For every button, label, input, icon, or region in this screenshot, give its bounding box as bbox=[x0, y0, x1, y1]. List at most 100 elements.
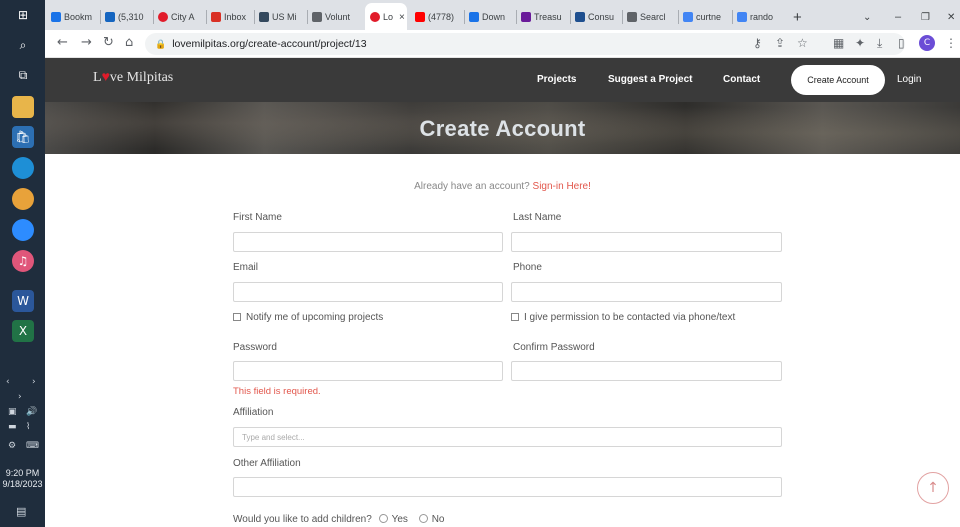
restore-icon[interactable]: ❐ bbox=[921, 6, 933, 28]
store-icon[interactable]: 🛍 bbox=[12, 126, 34, 148]
nav-contact[interactable]: Contact bbox=[723, 74, 760, 85]
create-account-form: Already have an account? Sign-in Here! F… bbox=[45, 154, 960, 527]
word-icon[interactable]: W bbox=[12, 290, 34, 312]
permission-option[interactable]: I give permission to be contacted via ph… bbox=[511, 312, 735, 323]
affiliation-select[interactable]: Type and select... bbox=[233, 427, 782, 447]
password-input[interactable] bbox=[233, 361, 503, 381]
tab-label: Lo bbox=[383, 12, 394, 22]
menu-icon[interactable]: ⋮ bbox=[945, 36, 957, 50]
notify-label: Notify me of upcoming projects bbox=[246, 312, 384, 323]
tab-search-icon[interactable]: ⌄ bbox=[863, 6, 875, 28]
start-icon[interactable]: ⊞ bbox=[12, 4, 34, 26]
keyboard-icon[interactable]: ⌨ bbox=[26, 441, 39, 451]
permission-checkbox[interactable] bbox=[511, 313, 519, 321]
tab-label: Treasu bbox=[534, 12, 562, 22]
download-icon[interactable]: ⤓ bbox=[877, 36, 882, 51]
yes-label[interactable]: Yes bbox=[392, 514, 408, 525]
key-icon[interactable]: ⚷ bbox=[753, 36, 762, 50]
volume-icon[interactable]: 🔊 bbox=[26, 407, 37, 417]
tab-label: Consu bbox=[588, 12, 615, 22]
yes-radio[interactable] bbox=[378, 514, 388, 523]
notify-option[interactable]: Notify me of upcoming projects bbox=[233, 312, 383, 323]
first-name-label: First Name bbox=[233, 212, 282, 223]
battery-icon[interactable]: ▬ bbox=[8, 422, 17, 432]
tab-downloads[interactable]: Down bbox=[469, 6, 513, 28]
bookmark-star-icon[interactable]: ☆ bbox=[797, 36, 808, 50]
search-icon[interactable]: ⌕ bbox=[12, 34, 34, 56]
puzzle-icon[interactable]: ✦ bbox=[855, 36, 865, 50]
scroll-right-icon[interactable]: › bbox=[32, 377, 36, 387]
notify-checkbox[interactable] bbox=[233, 313, 241, 321]
zoom-icon[interactable] bbox=[12, 219, 34, 241]
logo-heart-icon: ♥ bbox=[101, 70, 110, 85]
forward-icon[interactable]: → bbox=[81, 35, 92, 50]
tab-google-2[interactable]: rando bbox=[737, 6, 783, 28]
edge-icon[interactable] bbox=[12, 157, 34, 179]
no-radio[interactable] bbox=[418, 514, 428, 523]
task-view-icon[interactable]: ⧉ bbox=[12, 64, 34, 86]
lock-icon[interactable]: 🔒 bbox=[155, 39, 166, 50]
tab-separator bbox=[464, 10, 465, 24]
site-logo[interactable]: L♥ve Milpitas bbox=[93, 70, 173, 86]
tab-search[interactable]: Searcl bbox=[627, 6, 675, 28]
minimize-icon[interactable]: – bbox=[895, 6, 907, 28]
file-explorer-icon[interactable] bbox=[12, 96, 34, 118]
confirm-password-input[interactable] bbox=[511, 361, 782, 381]
phone-input[interactable] bbox=[511, 282, 782, 302]
settings-icon[interactable]: ⚙ bbox=[8, 441, 16, 451]
wifi-icon[interactable]: ⌇ bbox=[26, 422, 30, 432]
last-name-input[interactable] bbox=[511, 232, 782, 252]
arrow-up-icon: ↑ bbox=[927, 480, 939, 496]
tab-volunteer[interactable]: Volunt bbox=[312, 6, 362, 28]
tab-youtube[interactable]: (4778) bbox=[415, 6, 461, 28]
profile-avatar[interactable]: C bbox=[919, 35, 935, 51]
tab-treasury[interactable]: Treasu bbox=[521, 6, 567, 28]
nav-suggest-project[interactable]: Suggest a Project bbox=[608, 74, 692, 85]
excel-icon[interactable]: X bbox=[12, 320, 34, 342]
nav-login[interactable]: Login bbox=[897, 74, 921, 85]
tab-separator bbox=[732, 10, 733, 24]
tab-us-mail[interactable]: US Mi bbox=[259, 6, 303, 28]
tab-bookmarks[interactable]: Bookm bbox=[51, 6, 97, 28]
tab-mail[interactable]: (5,310 bbox=[105, 6, 150, 28]
tab-separator bbox=[516, 10, 517, 24]
home-icon[interactable]: ⌂ bbox=[125, 35, 133, 50]
sidebar-icon[interactable]: ▯ bbox=[898, 36, 905, 50]
first-name-input[interactable] bbox=[233, 232, 503, 252]
reload-icon[interactable]: ↻ bbox=[103, 35, 114, 50]
notifications-icon[interactable]: ▤ bbox=[16, 505, 26, 518]
other-affiliation-input[interactable] bbox=[233, 477, 782, 497]
tab-city[interactable]: City A bbox=[158, 6, 203, 28]
chrome-icon[interactable] bbox=[12, 188, 34, 210]
tab-strip: Bookm (5,310 City A Inbox US Mi Volunt L… bbox=[45, 0, 960, 30]
download-icon bbox=[469, 12, 479, 22]
new-tab-button[interactable]: + bbox=[793, 6, 807, 28]
show-more-icon[interactable]: › bbox=[18, 392, 22, 402]
tab-consumer[interactable]: Consu bbox=[575, 6, 619, 28]
tab-inbox[interactable]: Inbox bbox=[211, 6, 251, 28]
check-icon bbox=[521, 12, 531, 22]
heart-icon bbox=[370, 12, 380, 22]
email-input[interactable] bbox=[233, 282, 503, 302]
share-icon[interactable]: ⇪ bbox=[775, 36, 785, 50]
address-bar[interactable]: 🔒 lovemilpitas.org/create-account/projec… bbox=[145, 33, 905, 55]
back-icon[interactable]: ← bbox=[57, 35, 68, 50]
clock[interactable]: 9:20 PM 9/18/2023 bbox=[0, 468, 45, 490]
itunes-icon[interactable]: ♫ bbox=[12, 250, 34, 272]
nav-projects[interactable]: Projects bbox=[537, 74, 576, 85]
close-window-icon[interactable]: ✕ bbox=[947, 6, 959, 28]
scroll-to-top-button[interactable]: ↑ bbox=[917, 472, 949, 504]
extension-icon[interactable]: ▦ bbox=[833, 36, 844, 50]
google-icon bbox=[683, 12, 693, 22]
no-label[interactable]: No bbox=[432, 514, 445, 525]
create-account-button[interactable]: Create Account bbox=[791, 65, 885, 95]
tab-label: (4778) bbox=[428, 12, 455, 22]
network-icon[interactable]: ▣ bbox=[8, 407, 17, 417]
tab-label: Volunt bbox=[325, 12, 351, 22]
close-tab-icon[interactable]: × bbox=[399, 6, 409, 28]
signin-link[interactable]: Sign-in Here! bbox=[533, 181, 591, 192]
clock-time: 9:20 PM bbox=[5, 468, 40, 478]
tab-separator bbox=[206, 10, 207, 24]
scroll-left-icon[interactable]: ‹ bbox=[6, 377, 10, 387]
tab-google-1[interactable]: curtne bbox=[683, 6, 729, 28]
